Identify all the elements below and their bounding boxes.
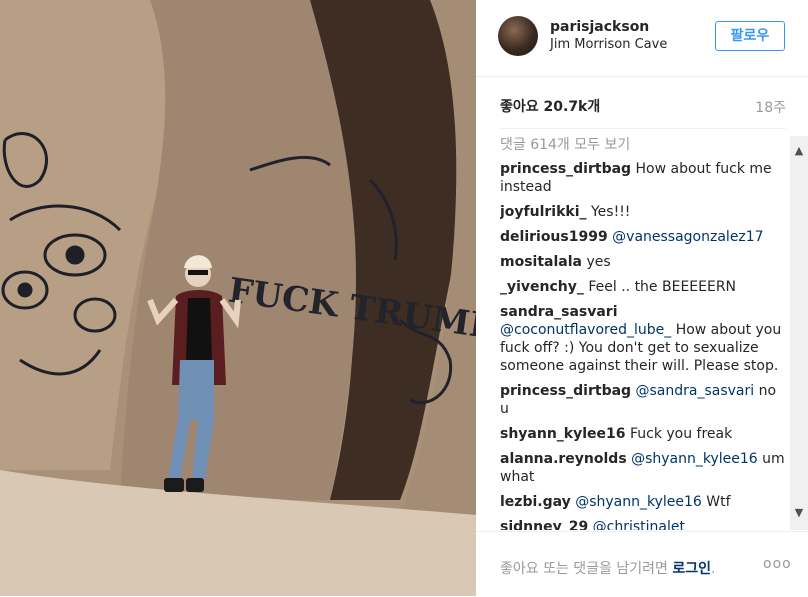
comment-mention[interactable]: @shyann_kylee16 xyxy=(631,451,758,467)
comment-text: yes xyxy=(586,254,611,270)
comment-item: princess_dirtbag @sandra_sasvari no u xyxy=(500,382,786,418)
comment-text: Yes!!! xyxy=(590,204,631,220)
login-prompt: 좋아요 또는 댓글을 남기려면 로그인. xyxy=(500,558,715,578)
comment-username[interactable]: princess_dirtbag xyxy=(500,383,631,399)
comment-text: Fuck you freak xyxy=(629,426,733,442)
comment-item: sandra_sasvari @coconutflavored_lube_ Ho… xyxy=(500,303,786,375)
comment-item: shyann_kylee16 Fuck you freak xyxy=(500,425,786,443)
scroll-down-arrow-icon[interactable]: ▼ xyxy=(790,504,808,522)
comments-list: 댓글 614개 모두 보기 princess_dirtbag How about… xyxy=(500,136,786,530)
comment-username[interactable]: sandra_sasvari xyxy=(500,304,618,320)
comment-username[interactable]: delirious1999 xyxy=(500,229,608,245)
comment-username[interactable]: sidnney_29 xyxy=(500,519,588,530)
comment-text: Feel .. the BEEEEERN xyxy=(588,279,737,295)
login-link[interactable]: 로그인 xyxy=(672,561,711,577)
comment-username[interactable]: princess_dirtbag xyxy=(500,161,631,177)
likes-count[interactable]: 좋아요 20.7k개 xyxy=(500,96,600,116)
post-time[interactable]: 18주 xyxy=(755,97,786,117)
comment-username[interactable]: _yivenchy_ xyxy=(500,279,584,295)
comment-text: Wtf xyxy=(706,494,731,510)
comment-item: alanna.reynolds @shyann_kylee16 um what xyxy=(500,450,786,486)
comment-item: lezbi.gay @shyann_kylee16 Wtf xyxy=(500,493,786,511)
comment-username[interactable]: mositalala xyxy=(500,254,582,270)
comment-item: mositalala yes xyxy=(500,253,786,271)
comment-item: princess_dirtbag How about fuck me inste… xyxy=(500,160,786,196)
comment-username[interactable]: lezbi.gay xyxy=(500,494,571,510)
comment-mention[interactable]: @christinalet xyxy=(593,519,685,530)
username-link[interactable]: parisjackson xyxy=(550,19,649,35)
comment-mention[interactable]: @shyann_kylee16 xyxy=(575,494,702,510)
post-side-panel: parisjackson Jim Morrison Cave 팔로우 좋아요 2… xyxy=(476,0,808,596)
post-photo: FUCK TRUMP xyxy=(0,0,476,596)
location-link[interactable]: Jim Morrison Cave xyxy=(550,37,667,52)
comment-item: joyfulrikki_ Yes!!! xyxy=(500,203,786,221)
comment-item: sidnney_29 @christinalet xyxy=(500,518,786,530)
comment-username[interactable]: shyann_kylee16 xyxy=(500,426,626,442)
comment-username[interactable]: joyfulrikki_ xyxy=(500,204,587,220)
post-footer: 좋아요 또는 댓글을 남기려면 로그인. ooo xyxy=(476,531,808,597)
comment-mention[interactable]: @vanessagonzalez17 xyxy=(612,229,763,245)
comment-username[interactable]: alanna.reynolds xyxy=(500,451,627,467)
comment-mention[interactable]: @sandra_sasvari xyxy=(636,383,755,399)
login-prompt-period: . xyxy=(711,561,716,577)
comment-container: princess_dirtbag How about fuck me inste… xyxy=(500,160,786,530)
avatar[interactable] xyxy=(498,16,538,56)
scrollbar-thumb[interactable] xyxy=(793,164,805,524)
scroll-up-arrow-icon[interactable]: ▲ xyxy=(790,142,808,160)
cave-scene: FUCK TRUMP xyxy=(0,0,476,596)
comments-scrollbar[interactable]: ▲ ▼ xyxy=(790,136,808,530)
post-header: parisjackson Jim Morrison Cave 팔로우 xyxy=(476,0,808,77)
divider xyxy=(500,128,786,129)
comment-item: _yivenchy_ Feel .. the BEEEEERN xyxy=(500,278,786,296)
login-prompt-text: 좋아요 또는 댓글을 남기려면 xyxy=(500,561,668,577)
comment-item: delirious1999 @vanessagonzalez17 xyxy=(500,228,786,246)
comment-mention[interactable]: @coconutflavored_lube_ xyxy=(500,322,671,338)
follow-button[interactable]: 팔로우 xyxy=(715,21,785,51)
view-all-comments-link[interactable]: 댓글 614개 모두 보기 xyxy=(500,136,786,154)
more-options-icon[interactable]: ooo xyxy=(763,556,792,572)
